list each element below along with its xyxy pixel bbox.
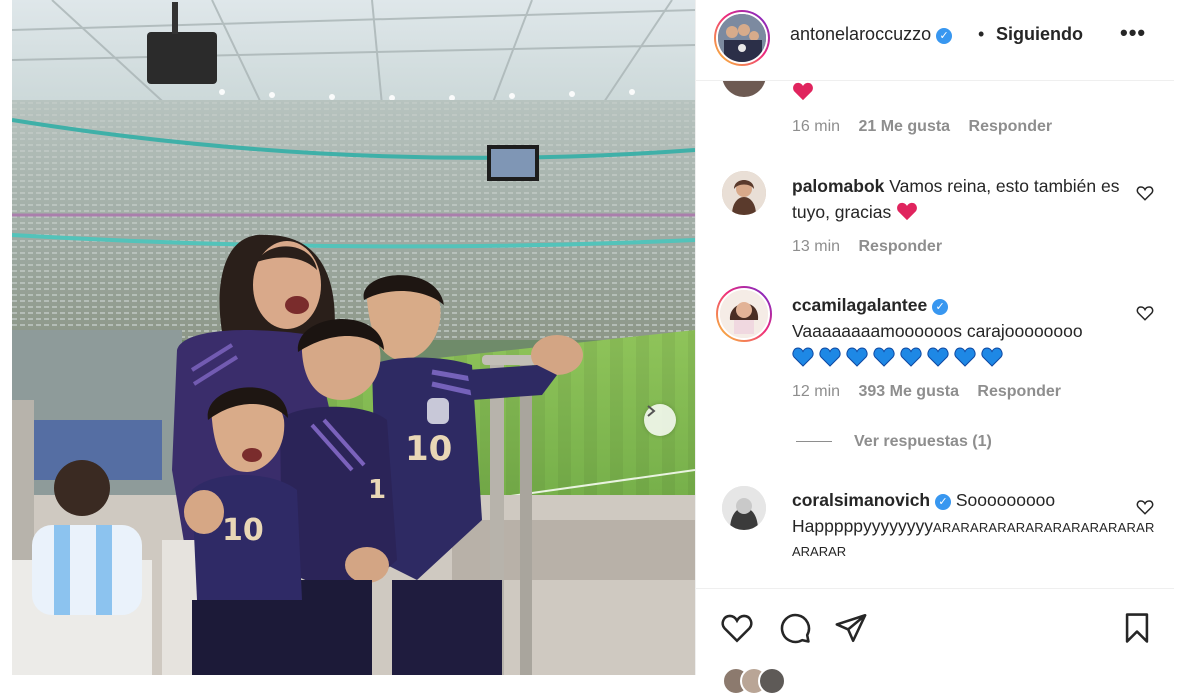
more-options-icon[interactable]: ••• <box>1120 20 1146 46</box>
comment-emoji-row <box>792 81 814 101</box>
comment-text-part: Happpppyyyyyyyy <box>792 516 934 536</box>
verified-badge-icon: ✓ <box>936 27 953 44</box>
left-gutter <box>0 0 12 675</box>
commenter-avatar <box>718 288 770 340</box>
commenter-avatar[interactable] <box>722 486 766 530</box>
red-heart-icon <box>793 82 813 101</box>
reply-button[interactable]: Responder <box>969 118 1053 135</box>
verified-badge-icon: ✓ <box>935 494 951 510</box>
commenter-username[interactable]: palomabok <box>792 176 884 196</box>
comment-meta: 16 min 21 Me gusta Responder <box>792 118 1066 136</box>
post-header: antonelaroccuzzo ✓ • Siguiendo ••• <box>696 0 1175 81</box>
right-gutter <box>1174 0 1200 675</box>
comment-body: coralsimanovich ✓ Sooooooooo <box>792 487 1122 513</box>
heart-icon[interactable] <box>720 611 754 645</box>
comment-text: Vaaaaaaaamoooooos carajoooooooo <box>792 321 1083 341</box>
commenter-avatar[interactable] <box>722 81 766 97</box>
commenter-avatar[interactable] <box>722 171 766 215</box>
svg-text:10: 10 <box>405 429 452 469</box>
commenter-username[interactable]: ccamilagalantee <box>792 295 927 315</box>
view-replies-button[interactable]: Ver respuestas (1) <box>854 433 992 451</box>
post-photo[interactable]: 10 1 10 <box>12 0 695 675</box>
verified-badge-icon: ✓ <box>932 299 949 315</box>
comment-likes[interactable]: 393 Me gusta <box>858 383 958 400</box>
comment-time: 16 min <box>792 118 841 135</box>
commenter-avatar-ring[interactable] <box>716 286 772 342</box>
following-button[interactable]: Siguiendo <box>996 24 1083 45</box>
comment-text-line: ARARAR <box>792 544 847 559</box>
reply-button[interactable]: Responder <box>977 383 1061 400</box>
paper-plane-icon[interactable] <box>834 611 868 645</box>
author-avatar-ring[interactable] <box>714 10 770 66</box>
like-comment-heart-icon[interactable] <box>1136 184 1154 202</box>
author-avatar <box>716 12 768 64</box>
replies-divider-line <box>796 441 832 442</box>
avatar-photo <box>722 486 766 530</box>
red-heart-icon <box>897 202 918 221</box>
comment-body: palomabok Vamos reina, esto también es t… <box>792 173 1122 225</box>
author-username-row[interactable]: antonelaroccuzzo ✓ <box>790 24 953 45</box>
blue-heart-icons <box>792 347 1003 367</box>
next-photo-button[interactable] <box>644 404 676 436</box>
comment-meta: 12 min 393 Me gusta Responder <box>792 383 1075 401</box>
like-comment-heart-icon[interactable] <box>1136 304 1154 322</box>
stadium-photo-illustration: 10 1 10 <box>12 0 695 675</box>
avatar-photo <box>720 290 768 338</box>
comment-time: 13 min <box>792 238 841 255</box>
liker-avatar[interactable] <box>758 667 786 695</box>
reply-button[interactable]: Responder <box>858 238 942 255</box>
comment-body: ccamilagalantee ✓ <box>792 292 1122 318</box>
family-photo-thumbnail <box>718 14 766 62</box>
svg-text:10: 10 <box>222 513 264 548</box>
author-username[interactable]: antonelaroccuzzo <box>790 24 931 44</box>
comment-text-line: HapppppyyyyyyyyARARARARARARARARARARARAR <box>792 513 1154 541</box>
commenter-username[interactable]: coralsimanovich <box>792 490 930 510</box>
avatar-photo <box>722 171 766 215</box>
comment-text-part: ARARARARARARARARARARARAR <box>933 520 1155 535</box>
comment-text: Sooooooooo <box>955 490 1056 510</box>
comment-time: 12 min <box>792 383 841 400</box>
chevron-right-icon <box>647 405 656 417</box>
comment-meta: 13 min Responder <box>792 238 956 256</box>
comment-icon[interactable] <box>778 611 812 645</box>
post-action-bar <box>696 588 1175 695</box>
svg-text:1: 1 <box>368 475 386 505</box>
post-side-panel: antonelaroccuzzo ✓ • Siguiendo ••• 16 mi… <box>695 0 1175 695</box>
like-comment-heart-icon[interactable] <box>1136 498 1154 516</box>
blue-hearts-row <box>792 347 1012 367</box>
separator-dot: • <box>978 24 985 44</box>
comments-list[interactable]: 16 min 21 Me gusta Responder palomabok V… <box>696 81 1175 587</box>
comment-likes[interactable]: 21 Me gusta <box>858 118 950 135</box>
bookmark-icon[interactable] <box>1120 611 1154 645</box>
